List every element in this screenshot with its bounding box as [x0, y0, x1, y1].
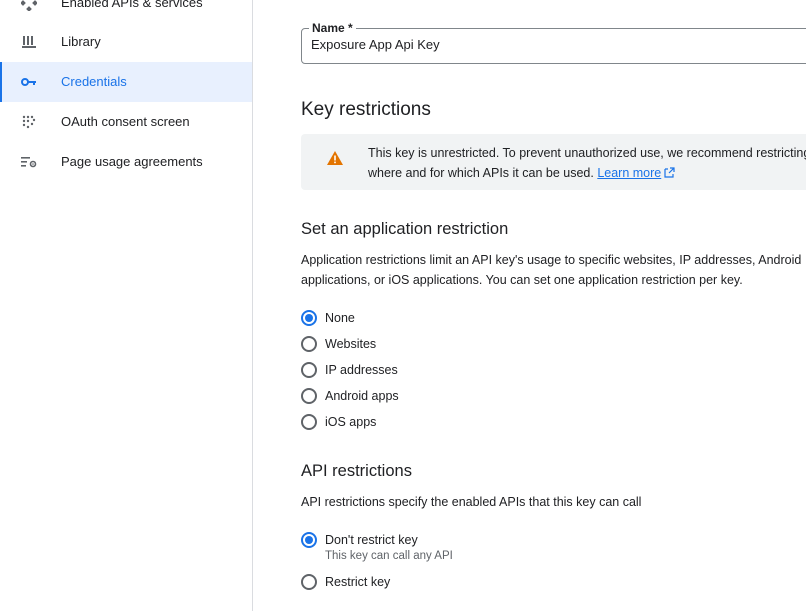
- radio-api-dont-restrict[interactable]: Don't restrict key: [301, 530, 418, 550]
- library-icon: [20, 34, 38, 50]
- sidebar-item-label: OAuth consent screen: [61, 114, 190, 129]
- radio-app-ios[interactable]: iOS apps: [301, 412, 376, 432]
- sidebar-item-label: Page usage agreements: [61, 154, 203, 169]
- radio-label: Restrict key: [325, 575, 391, 589]
- consent-grid-icon: [20, 114, 38, 130]
- api-diamond-icon: [20, 0, 38, 11]
- api-restrictions-heading: API restrictions: [301, 462, 412, 480]
- radio-button[interactable]: [301, 336, 317, 352]
- sidebar-item-library[interactable]: Library: [0, 22, 252, 62]
- key-restrictions-heading: Key restrictions: [301, 99, 431, 120]
- warning-line-1: This key is unrestricted. To prevent una…: [368, 146, 806, 160]
- sidebar-item-enabled-apis[interactable]: Enabled APIs & services: [0, 0, 252, 23]
- radio-app-ip-addresses[interactable]: IP addresses: [301, 360, 398, 380]
- learn-more-label: Learn more: [597, 166, 662, 180]
- settings-list-icon: [20, 154, 38, 170]
- sidebar-item-page-usage[interactable]: Page usage agreements: [0, 142, 252, 182]
- radio-label: IP addresses: [325, 363, 398, 377]
- radio-button[interactable]: [301, 310, 317, 326]
- sidebar-item-credentials[interactable]: Credentials: [0, 62, 252, 102]
- radio-button[interactable]: [301, 362, 317, 378]
- main-content: Name * Key restrictions This key is unre…: [253, 0, 806, 611]
- sidebar-item-label: Credentials: [61, 74, 127, 89]
- radio-label: Android apps: [325, 389, 399, 403]
- sidebar-item-label: Library: [61, 34, 101, 49]
- radio-app-android[interactable]: Android apps: [301, 386, 399, 406]
- radio-api-restrict[interactable]: Restrict key: [301, 572, 390, 592]
- radio-app-none[interactable]: None: [301, 308, 355, 328]
- dont-restrict-sublabel: This key can call any API: [325, 550, 453, 562]
- warning-line-2: where and for which APIs it can be used.: [368, 166, 594, 180]
- sidebar: Enabled APIs & services Library Credenti…: [0, 0, 253, 611]
- app-desc-line-1: Application restrictions limit an API ke…: [301, 253, 802, 267]
- radio-label: Websites: [325, 337, 377, 351]
- name-field[interactable]: Name *: [301, 20, 806, 64]
- warning-text: This key is unrestricted. To prevent una…: [368, 143, 806, 184]
- key-icon: [20, 74, 38, 90]
- radio-label: None: [325, 311, 355, 325]
- radio-button[interactable]: [301, 532, 317, 548]
- external-link-icon: [664, 164, 675, 184]
- sidebar-item-label: Enabled APIs & services: [61, 0, 203, 10]
- radio-button[interactable]: [301, 574, 317, 590]
- application-restriction-heading: Set an application restriction: [301, 220, 509, 238]
- application-restriction-description: Application restrictions limit an API ke…: [301, 250, 806, 290]
- radio-label: Don't restrict key: [325, 533, 418, 547]
- radio-button[interactable]: [301, 388, 317, 404]
- learn-more-link[interactable]: Learn more: [597, 166, 675, 180]
- radio-button[interactable]: [301, 414, 317, 430]
- app-desc-line-2: applications, or iOS applications. You c…: [301, 273, 743, 287]
- warning-icon: [327, 151, 343, 165]
- radio-app-websites[interactable]: Websites: [301, 334, 376, 354]
- sidebar-item-oauth-consent[interactable]: OAuth consent screen: [0, 102, 252, 142]
- api-restrictions-description: API restrictions specify the enabled API…: [301, 495, 642, 509]
- name-input[interactable]: [311, 37, 806, 52]
- name-field-label: Name *: [309, 20, 356, 36]
- radio-label: iOS apps: [325, 415, 377, 429]
- unrestricted-warning: This key is unrestricted. To prevent una…: [301, 134, 806, 190]
- warning-line-2-wrap: where and for which APIs it can be used.…: [368, 163, 806, 184]
